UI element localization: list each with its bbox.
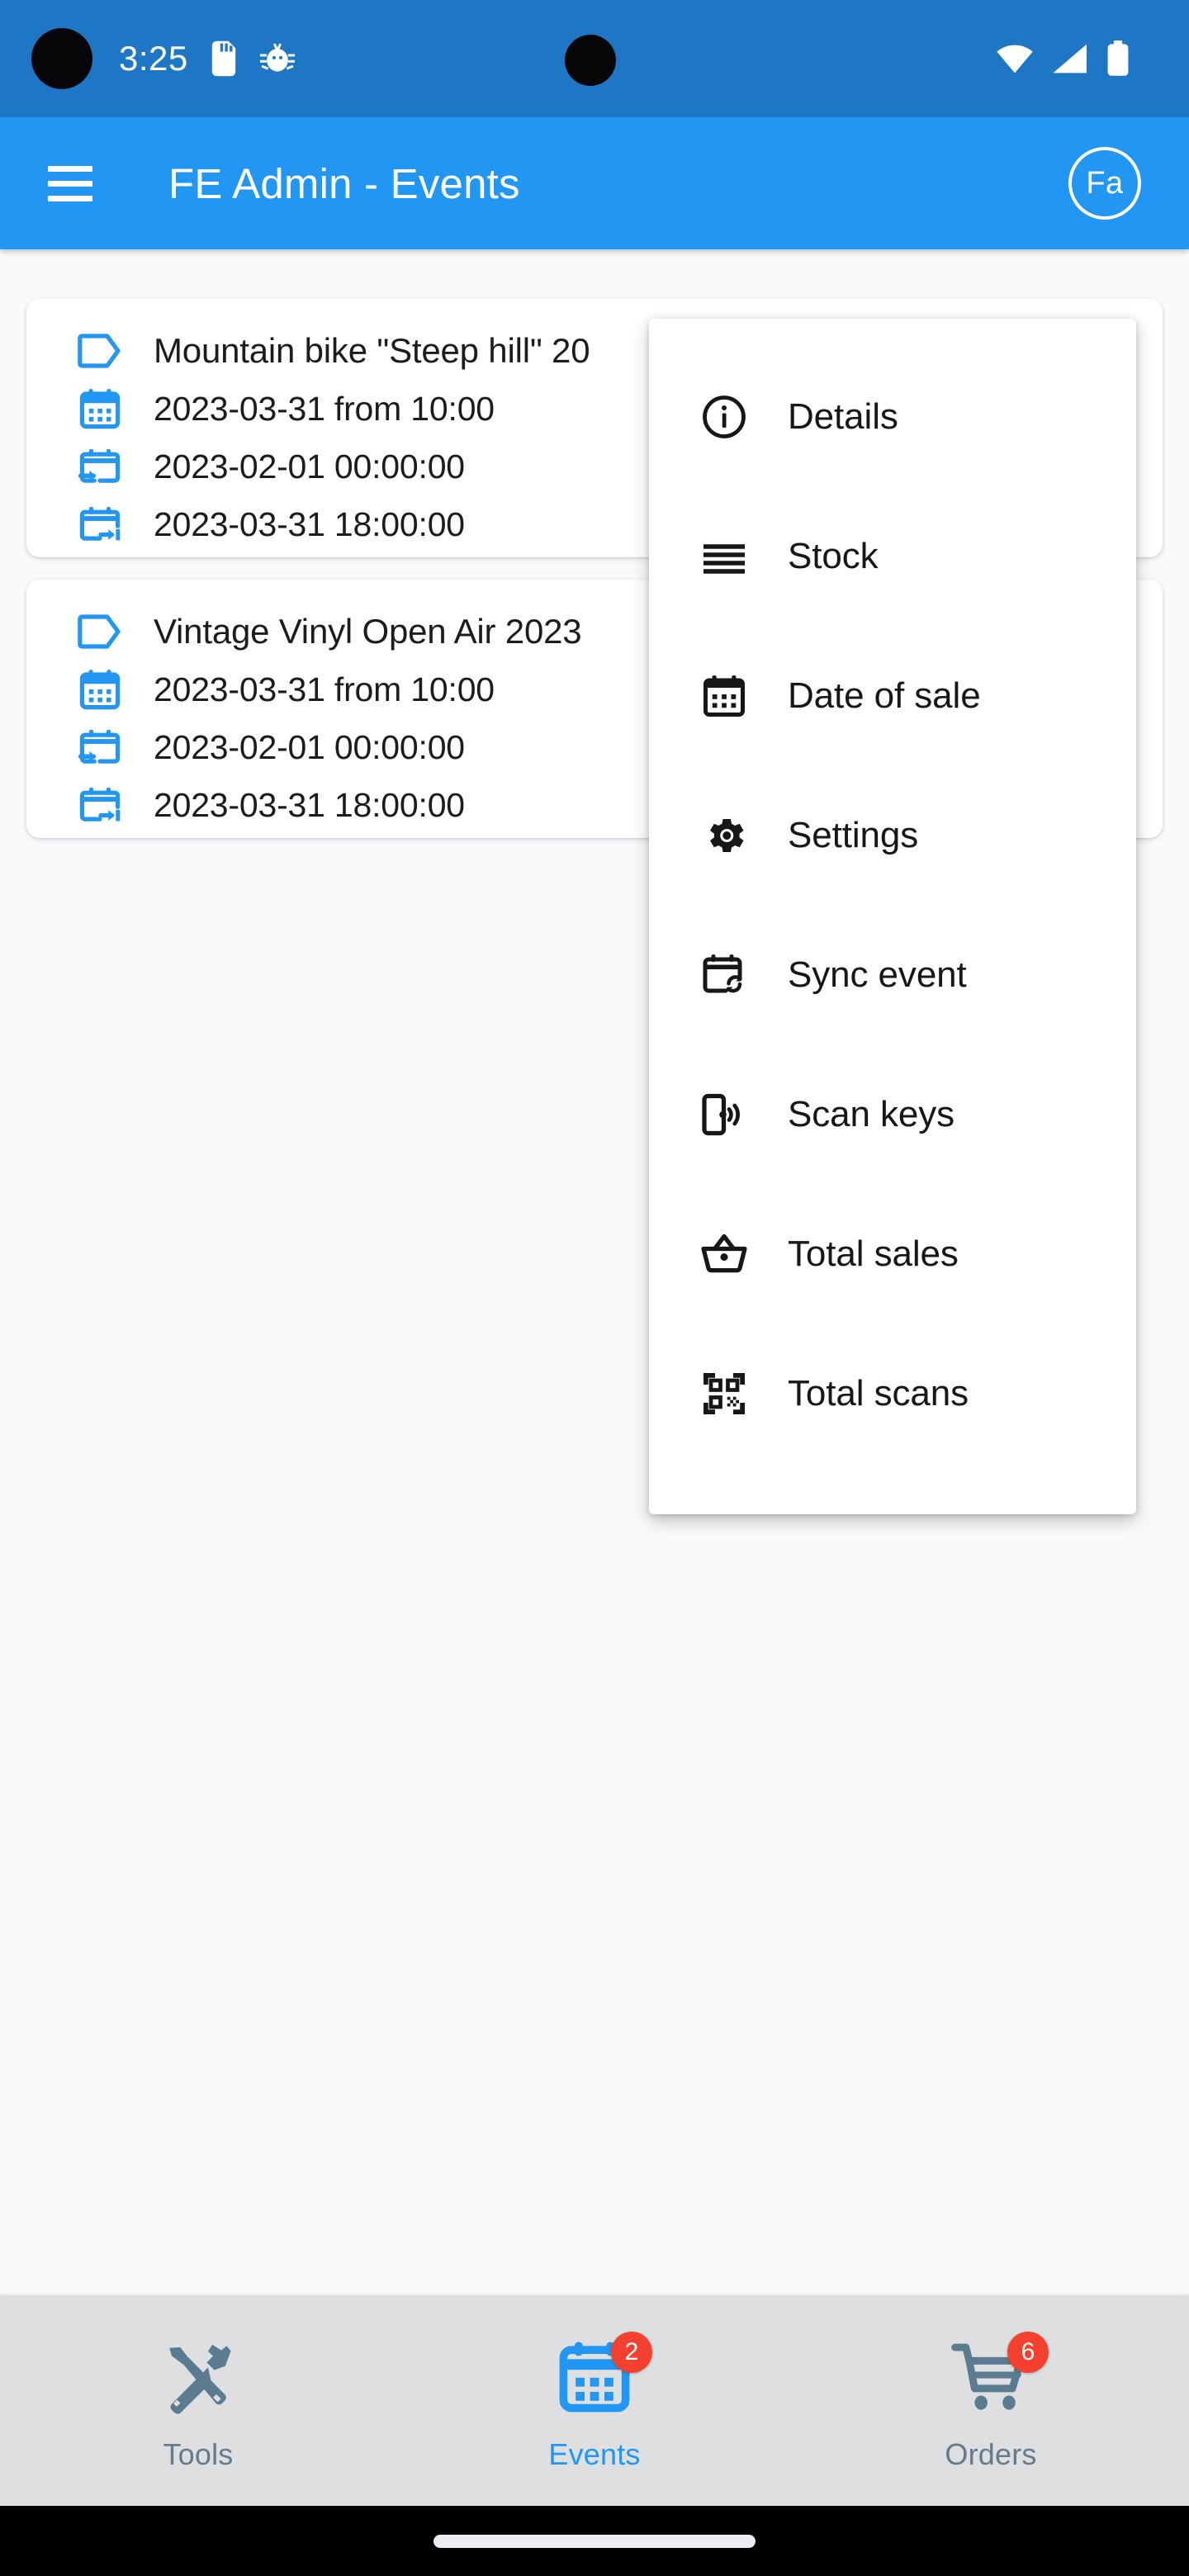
hamburger-line-2 xyxy=(48,181,92,187)
status-bar-left: 3:25 xyxy=(119,40,296,77)
calendar-start-icon xyxy=(78,444,132,489)
calendar-icon xyxy=(78,667,132,712)
wifi-icon xyxy=(996,43,1034,74)
menu-item-stock[interactable]: Stock xyxy=(649,486,1136,626)
calendar-end-icon xyxy=(78,502,132,547)
menu-item-label: Settings xyxy=(788,815,918,856)
calendar-start-icon xyxy=(78,725,132,769)
menu-item-label: Total sales xyxy=(788,1234,959,1275)
status-bar-right xyxy=(996,40,1153,77)
nav-item-events[interactable]: 2 Events xyxy=(396,2295,793,2506)
camera-cutout-left xyxy=(31,28,92,89)
menu-item-sync-event[interactable]: Sync event xyxy=(649,905,1136,1044)
tools-icon xyxy=(159,2337,238,2421)
event-date-range: 2023-03-31 from 10:00 xyxy=(154,670,495,709)
menu-item-scan-keys[interactable]: Scan keys xyxy=(649,1044,1136,1184)
calendar-icon xyxy=(78,386,132,431)
gesture-pill[interactable] xyxy=(433,2535,756,2548)
menu-item-date-of-sale[interactable]: Date of sale xyxy=(649,626,1136,765)
info-circle-icon xyxy=(697,392,751,442)
cellular-signal-icon xyxy=(1052,43,1088,74)
avatar[interactable]: Fa xyxy=(1068,147,1141,220)
camera-cutout-center xyxy=(565,35,616,86)
menu-item-label: Details xyxy=(788,396,898,438)
list-lines-icon xyxy=(697,532,751,581)
tag-icon xyxy=(78,613,132,651)
hamburger-line-3 xyxy=(48,196,92,201)
event-title: Vintage Vinyl Open Air 2023 xyxy=(154,612,581,651)
phone-screen: 3:25 xyxy=(0,0,1189,2576)
event-date-range: 2023-03-31 from 10:00 xyxy=(154,390,495,429)
gesture-navigation-bar xyxy=(0,2506,1189,2576)
tag-icon xyxy=(78,332,132,370)
status-time: 3:25 xyxy=(119,41,188,76)
calendar-end-icon xyxy=(78,783,132,827)
qr-code-icon xyxy=(697,1369,751,1418)
menu-item-details[interactable]: Details xyxy=(649,347,1136,486)
nav-label-events: Events xyxy=(548,2437,640,2472)
sd-card-icon xyxy=(210,40,238,77)
menu-item-label: Total scans xyxy=(788,1373,969,1414)
nav-item-orders[interactable]: 6 Orders xyxy=(793,2295,1189,2506)
status-badge: 2 xyxy=(611,2332,652,2373)
gear-icon xyxy=(697,811,751,860)
status-badge: 6 xyxy=(1007,2332,1049,2373)
event-sale-start: 2023-02-01 00:00:00 xyxy=(154,728,465,767)
events-icon-wrap: 2 xyxy=(552,2337,637,2422)
event-sale-end: 2023-03-31 18:00:00 xyxy=(154,786,465,825)
menu-item-label: Stock xyxy=(788,536,879,577)
menu-item-settings[interactable]: Settings xyxy=(649,765,1136,905)
bug-icon xyxy=(259,40,296,77)
menu-item-total-sales[interactable]: Total sales xyxy=(649,1184,1136,1324)
nfc-phone-icon xyxy=(697,1090,751,1139)
tools-icon-wrap xyxy=(155,2337,241,2422)
avatar-initials: Fa xyxy=(1086,166,1123,201)
orders-icon-wrap: 6 xyxy=(948,2337,1034,2422)
hamburger-menu-icon[interactable] xyxy=(48,166,92,201)
menu-item-label: Date of sale xyxy=(788,675,981,717)
menu-item-label: Sync event xyxy=(788,954,967,996)
event-sale-start: 2023-02-01 00:00:00 xyxy=(154,447,465,486)
battery-icon xyxy=(1106,40,1130,77)
nav-item-tools[interactable]: Tools xyxy=(0,2295,396,2506)
menu-item-total-scans[interactable]: Total scans xyxy=(649,1324,1136,1463)
bottom-navigation: Tools 2 Event xyxy=(0,2295,1189,2506)
event-sale-end: 2023-03-31 18:00:00 xyxy=(154,505,465,544)
event-title: Mountain bike "Steep hill" 20 xyxy=(154,331,590,371)
calendar-sync-icon xyxy=(697,950,751,1000)
context-menu: Details Stock xyxy=(649,319,1136,1514)
nav-label-orders: Orders xyxy=(945,2437,1036,2472)
status-bar: 3:25 xyxy=(0,0,1189,117)
page-title: FE Admin - Events xyxy=(168,159,520,208)
app-bar: FE Admin - Events Fa xyxy=(0,117,1189,249)
calendar-icon xyxy=(697,671,751,721)
nav-label-tools: Tools xyxy=(163,2437,233,2472)
menu-item-label: Scan keys xyxy=(788,1094,955,1135)
shopping-basket-icon xyxy=(697,1229,751,1279)
hamburger-line-1 xyxy=(48,166,92,172)
